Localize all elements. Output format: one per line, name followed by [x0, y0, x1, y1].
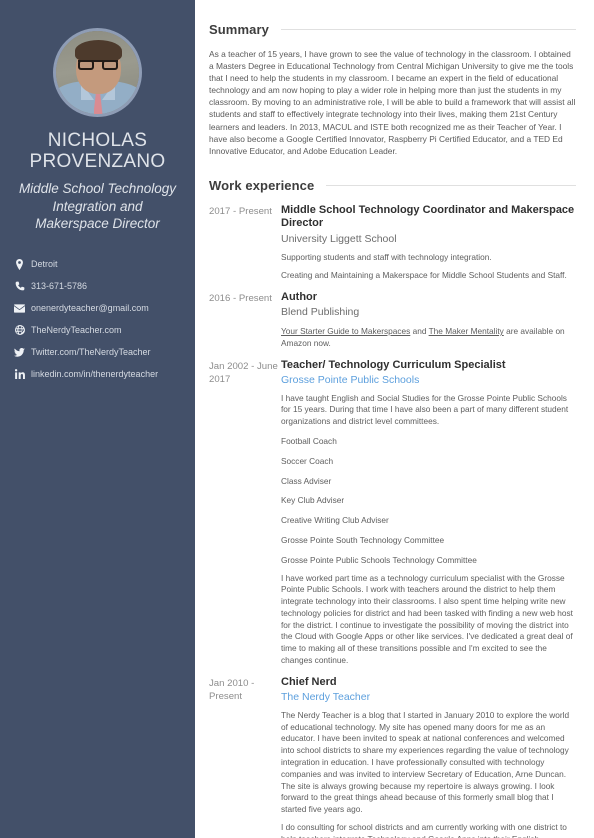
- map-pin-icon: [12, 258, 27, 270]
- summary-heading: Summary: [209, 22, 269, 37]
- job-paragraph: Creating and Maintaining a Makerspace fo…: [281, 270, 567, 281]
- job-entry: 2016 - Present Author Blend Publishing Y…: [209, 291, 576, 350]
- contact-website-text: TheNerdyTeacher.com: [31, 324, 122, 335]
- job-entry: Jan 2010 - Present Chief Nerd The Nerdy …: [209, 676, 576, 838]
- linkedin-icon: [12, 369, 27, 379]
- book-link-maker-mentality[interactable]: The Maker Mentality: [429, 326, 504, 336]
- job-paragraph: I have worked part time as a technology …: [281, 572, 573, 666]
- job-company-link[interactable]: The Nerdy Teacher: [281, 690, 576, 705]
- job-bullet: Class Adviser: [281, 475, 332, 486]
- summary-section-header: Summary: [209, 22, 576, 37]
- twitter-icon: [12, 347, 27, 357]
- job-paragraph: I do consulting for school districts and…: [281, 822, 567, 838]
- avatar: [53, 28, 142, 117]
- contact-linkedin-text: linkedin.com/in/thenerdyteacher: [31, 368, 159, 379]
- heading-divider: [326, 184, 576, 186]
- candidate-name: NICHOLAS PROVENZANO: [29, 130, 166, 172]
- job-body: Middle School Technology Coordinator and…: [281, 204, 576, 282]
- job-bullet: Football Coach: [281, 435, 337, 446]
- job-company: University Liggett School: [281, 232, 397, 245]
- contact-list: Detroit 313-671-5786 onenerdyteacher@gma…: [0, 258, 195, 380]
- contact-twitter[interactable]: Twitter.com/TheNerdyTeacher: [12, 347, 195, 358]
- job-dates: Jan 2010 - Present: [209, 677, 255, 702]
- contact-location-text: Detroit: [31, 258, 58, 269]
- job-paragraph: I have taught English and Social Studies…: [281, 392, 569, 427]
- job-bullet: Key Club Adviser: [281, 495, 345, 506]
- job-role: Author: [281, 290, 318, 303]
- job-bullet: Grosse Pointe South Technology Committee: [281, 534, 445, 545]
- contact-linkedin[interactable]: linkedin.com/in/thenerdyteacher: [12, 369, 195, 380]
- contact-email-text: onenerdyteacher@gmail.com: [31, 302, 149, 313]
- work-heading: Work experience: [209, 177, 315, 193]
- book-link-starter-guide[interactable]: Your Starter Guide to Makerspaces: [281, 326, 410, 336]
- avatar-wrap: [0, 28, 195, 117]
- job-paragraph: The Nerdy Teacher is a blog that I start…: [281, 709, 570, 815]
- candidate-title: Middle School Technology Integration and…: [18, 181, 177, 231]
- summary-text: As a teacher of 15 years, I have grown t…: [209, 49, 576, 156]
- job-dates: 2016 - Present: [209, 292, 272, 304]
- job-bullet: Soccer Coach: [281, 455, 334, 466]
- contact-website[interactable]: TheNerdyTeacher.com: [12, 325, 195, 336]
- main-content: Summary As a teacher of 15 years, I have…: [195, 0, 594, 838]
- job-bullet: Creative Writing Club Adviser: [281, 515, 389, 526]
- job-publications-line: Your Starter Guide to Makerspaces and Th…: [281, 326, 576, 350]
- job-role: Teacher/ Technology Curriculum Specialis…: [281, 358, 506, 371]
- globe-icon: [12, 325, 27, 335]
- job-dates: Jan 2002 - June 2017: [209, 360, 278, 385]
- job-entry: 2017 - Present Middle School Technology …: [209, 204, 576, 282]
- contact-phone-text: 313-671-5786: [31, 280, 88, 291]
- contact-phone[interactable]: 313-671-5786: [12, 281, 195, 292]
- resume-page: NICHOLAS PROVENZANO Middle School Techno…: [0, 0, 594, 838]
- contact-email[interactable]: onenerdyteacher@gmail.com: [12, 303, 195, 314]
- sidebar: NICHOLAS PROVENZANO Middle School Techno…: [0, 0, 195, 838]
- job-body: Teacher/ Technology Curriculum Specialis…: [281, 359, 576, 667]
- phone-icon: [12, 281, 27, 291]
- job-body: Chief Nerd The Nerdy Teacher The Nerdy T…: [281, 676, 576, 838]
- job-bullet: Grosse Pointe Public Schools Technology …: [281, 554, 477, 565]
- job-company-link[interactable]: Grosse Pointe Public Schools: [281, 373, 576, 388]
- job-body: Author Blend Publishing Your Starter Gui…: [281, 291, 576, 350]
- contact-location[interactable]: Detroit: [12, 258, 195, 270]
- envelope-icon: [12, 303, 27, 313]
- job-role: Middle School Technology Coordinator and…: [281, 203, 575, 230]
- job-company: Blend Publishing: [281, 306, 360, 319]
- work-section-header: Work experience: [209, 178, 576, 193]
- heading-divider: [280, 29, 576, 30]
- job-entry: Jan 2002 - June 2017 Teacher/ Technology…: [209, 359, 576, 667]
- job-paragraph: Supporting students and staff with techn…: [281, 252, 492, 263]
- job-dates: 2017 - Present: [209, 205, 272, 217]
- conjunction-text: and: [410, 325, 429, 336]
- contact-twitter-text: Twitter.com/TheNerdyTeacher: [31, 346, 151, 357]
- job-role: Chief Nerd: [281, 675, 337, 688]
